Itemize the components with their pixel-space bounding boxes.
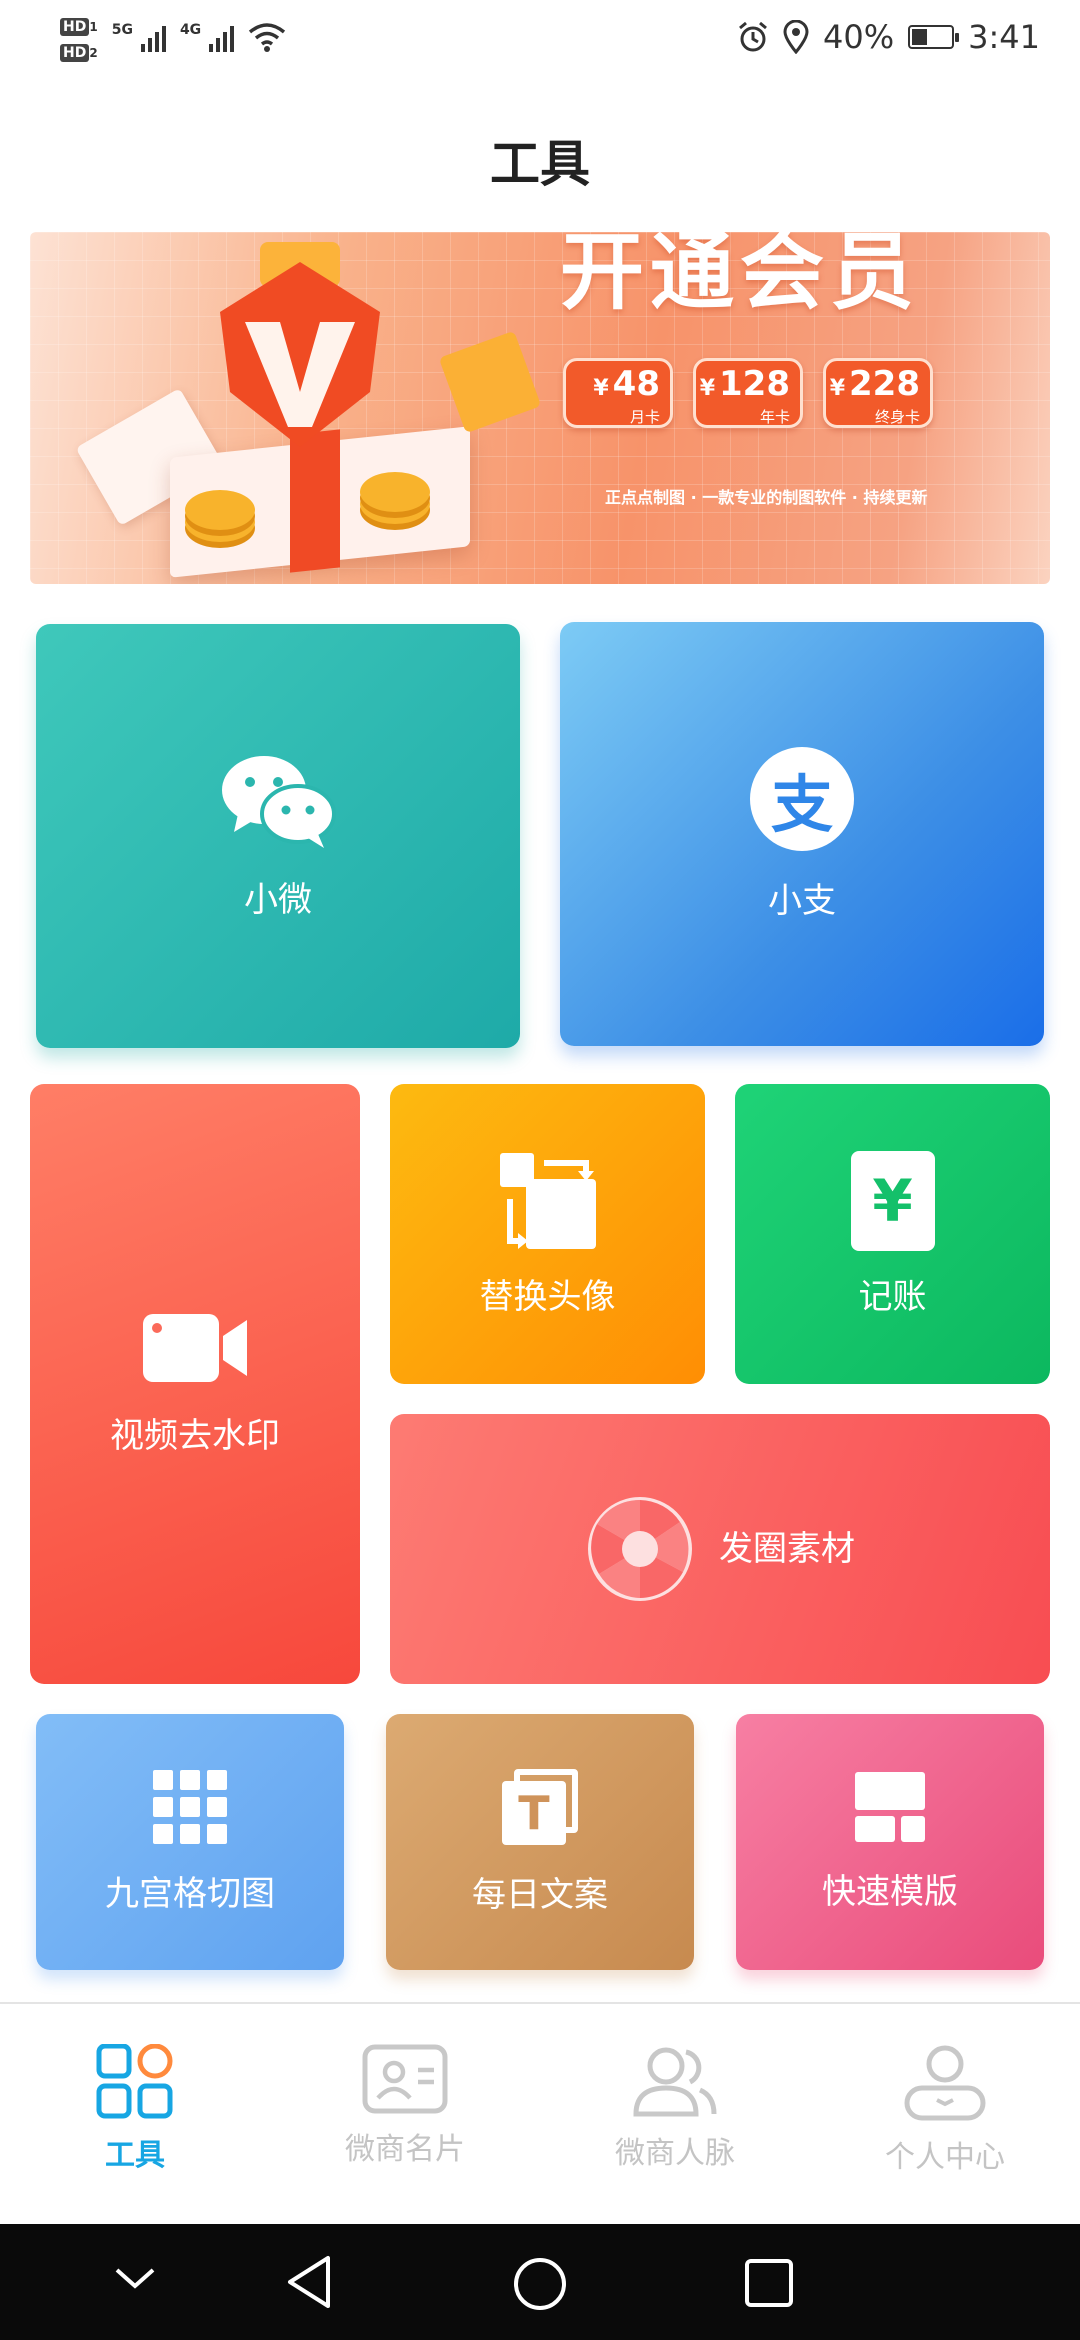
tool-quick-template-tile[interactable]: 快速模版 <box>736 1714 1044 1970</box>
tool-replace-avatar-tile[interactable]: 替换头像 <box>390 1084 705 1384</box>
nav-item-contacts[interactable]: 微商人脉 <box>540 2044 810 2172</box>
tool-wechat-label: 小微 <box>244 880 312 920</box>
tool-video-label: 视频去水印 <box>110 1416 280 1456</box>
battery-percent: 40% <box>823 18 895 56</box>
daily-copy-icon-front: T <box>502 1781 566 1845</box>
tool-daily-copy-tile[interactable]: T 每日文案 <box>386 1714 694 1970</box>
profile-person-icon <box>904 2045 986 2121</box>
bottom-nav: 工具 微商名片 微商人脉 个人中心 <box>0 2002 1080 2224</box>
price-plan: 年卡 <box>759 408 790 426</box>
nav-item-business-card[interactable]: 微商名片 <box>270 2044 540 2168</box>
alarm-icon <box>739 21 767 52</box>
vip-v-logo-icon <box>220 242 380 447</box>
tools-grid-icon <box>96 2044 173 2119</box>
tool-nine-grid-tile[interactable]: 九宫格切图 <box>36 1714 344 1970</box>
chevron-down-icon[interactable] <box>114 2266 156 2292</box>
banner-tagline: 正点点制图 · 一款专业的制图软件 · 持续更新 <box>605 488 928 507</box>
nav-label-profile: 个人中心 <box>885 2140 1005 2175</box>
network-4g-label: 4G <box>179 22 202 38</box>
tool-moments-material-tile[interactable]: 发圈素材 <box>390 1414 1050 1684</box>
tool-video-watermark-tile[interactable]: 视频去水印 <box>30 1084 360 1684</box>
tool-nine-grid-label: 九宫格切图 <box>105 1874 275 1914</box>
alipay-icon: 支 <box>750 747 854 851</box>
recents-square-icon[interactable] <box>744 2258 794 2308</box>
price-plan: 终身卡 <box>874 408 920 426</box>
wifi-icon <box>249 23 286 52</box>
network-5g-label: 5G <box>111 22 133 38</box>
status-right: 40% 3:41 <box>737 18 1040 56</box>
membership-banner[interactable]: 开通会员 ¥48 月卡 ¥128 年卡 ¥228 终身卡 正点点制图 · 一款专… <box>30 232 1050 584</box>
hd1-badge: HD <box>60 18 90 36</box>
nav-label-business-card: 微商名片 <box>345 2132 465 2167</box>
camera-aperture-icon <box>588 1497 692 1601</box>
tool-ledger-label: 记账 <box>858 1277 927 1317</box>
battery-fill <box>912 29 928 45</box>
nine-grid-icon <box>153 1770 227 1844</box>
price-list: ¥48 月卡 ¥128 年卡 ¥228 终身卡 <box>563 358 933 428</box>
tool-moments-label: 发圈素材 <box>719 1529 855 1569</box>
tool-daily-label: 每日文案 <box>472 1875 608 1915</box>
price-currency: ¥ <box>593 376 609 401</box>
clock: 3:41 <box>968 18 1040 56</box>
price-amount: 128 <box>719 364 790 404</box>
tool-alipay-tile[interactable]: 支 小支 <box>560 622 1044 1046</box>
tool-alipay-label: 小支 <box>768 881 836 921</box>
hd-indicators: HD 1 HD 2 <box>60 12 98 62</box>
battery-icon <box>908 25 960 49</box>
template-layout-icon <box>855 1772 925 1842</box>
tool-wechat-tile[interactable]: 小微 <box>36 624 520 1048</box>
nav-label-contacts: 微商人脉 <box>615 2136 735 2171</box>
home-circle-icon[interactable] <box>512 2256 568 2312</box>
hd2-sub: 2 <box>89 46 98 60</box>
signal-icon-2 <box>209 22 235 52</box>
back-triangle-icon[interactable] <box>284 2254 334 2310</box>
nav-item-profile[interactable]: 个人中心 <box>810 2044 1080 2176</box>
price-currency: ¥ <box>829 376 846 401</box>
contacts-people-icon <box>633 2047 717 2117</box>
tool-ledger-tile[interactable]: ¥ 记账 <box>735 1084 1050 1384</box>
price-amount: 228 <box>849 364 920 404</box>
price-card-yearly[interactable]: ¥128 年卡 <box>693 358 803 428</box>
nav-item-tools[interactable]: 工具 <box>0 2044 270 2174</box>
tool-quick-template-label: 快速模版 <box>822 1872 958 1912</box>
status-bar: HD 1 HD 2 5G 4G 40% 3:41 <box>0 0 1080 80</box>
tool-avatar-label: 替换头像 <box>479 1277 616 1317</box>
video-camera-icon <box>143 1314 247 1382</box>
nav-label-tools: 工具 <box>105 2138 165 2173</box>
status-left: HD 1 HD 2 5G 4G <box>60 12 286 62</box>
daily-copy-icon: T <box>502 1769 578 1845</box>
price-amount: 48 <box>612 364 660 404</box>
system-nav-bar <box>0 2224 1080 2340</box>
hd1-sub: 1 <box>89 20 98 34</box>
price-currency: ¥ <box>699 376 716 401</box>
wechat-icon <box>222 756 336 848</box>
coin-stack-icon <box>185 490 255 530</box>
signal-icon <box>140 22 166 52</box>
banner-headline: 开通会员 <box>560 232 921 321</box>
business-card-icon <box>362 2044 448 2114</box>
page-title: 工具 <box>490 135 590 193</box>
coin-stack-icon-2 <box>360 472 430 512</box>
location-icon <box>783 20 809 54</box>
price-card-monthly[interactable]: ¥48 月卡 <box>563 358 673 428</box>
price-plan: 月卡 <box>629 408 660 426</box>
swap-avatar-icon <box>499 1153 596 1249</box>
ledger-book-icon: ¥ <box>850 1151 935 1251</box>
price-card-lifetime[interactable]: ¥228 终身卡 <box>823 358 933 428</box>
hd2-badge: HD <box>60 44 90 62</box>
